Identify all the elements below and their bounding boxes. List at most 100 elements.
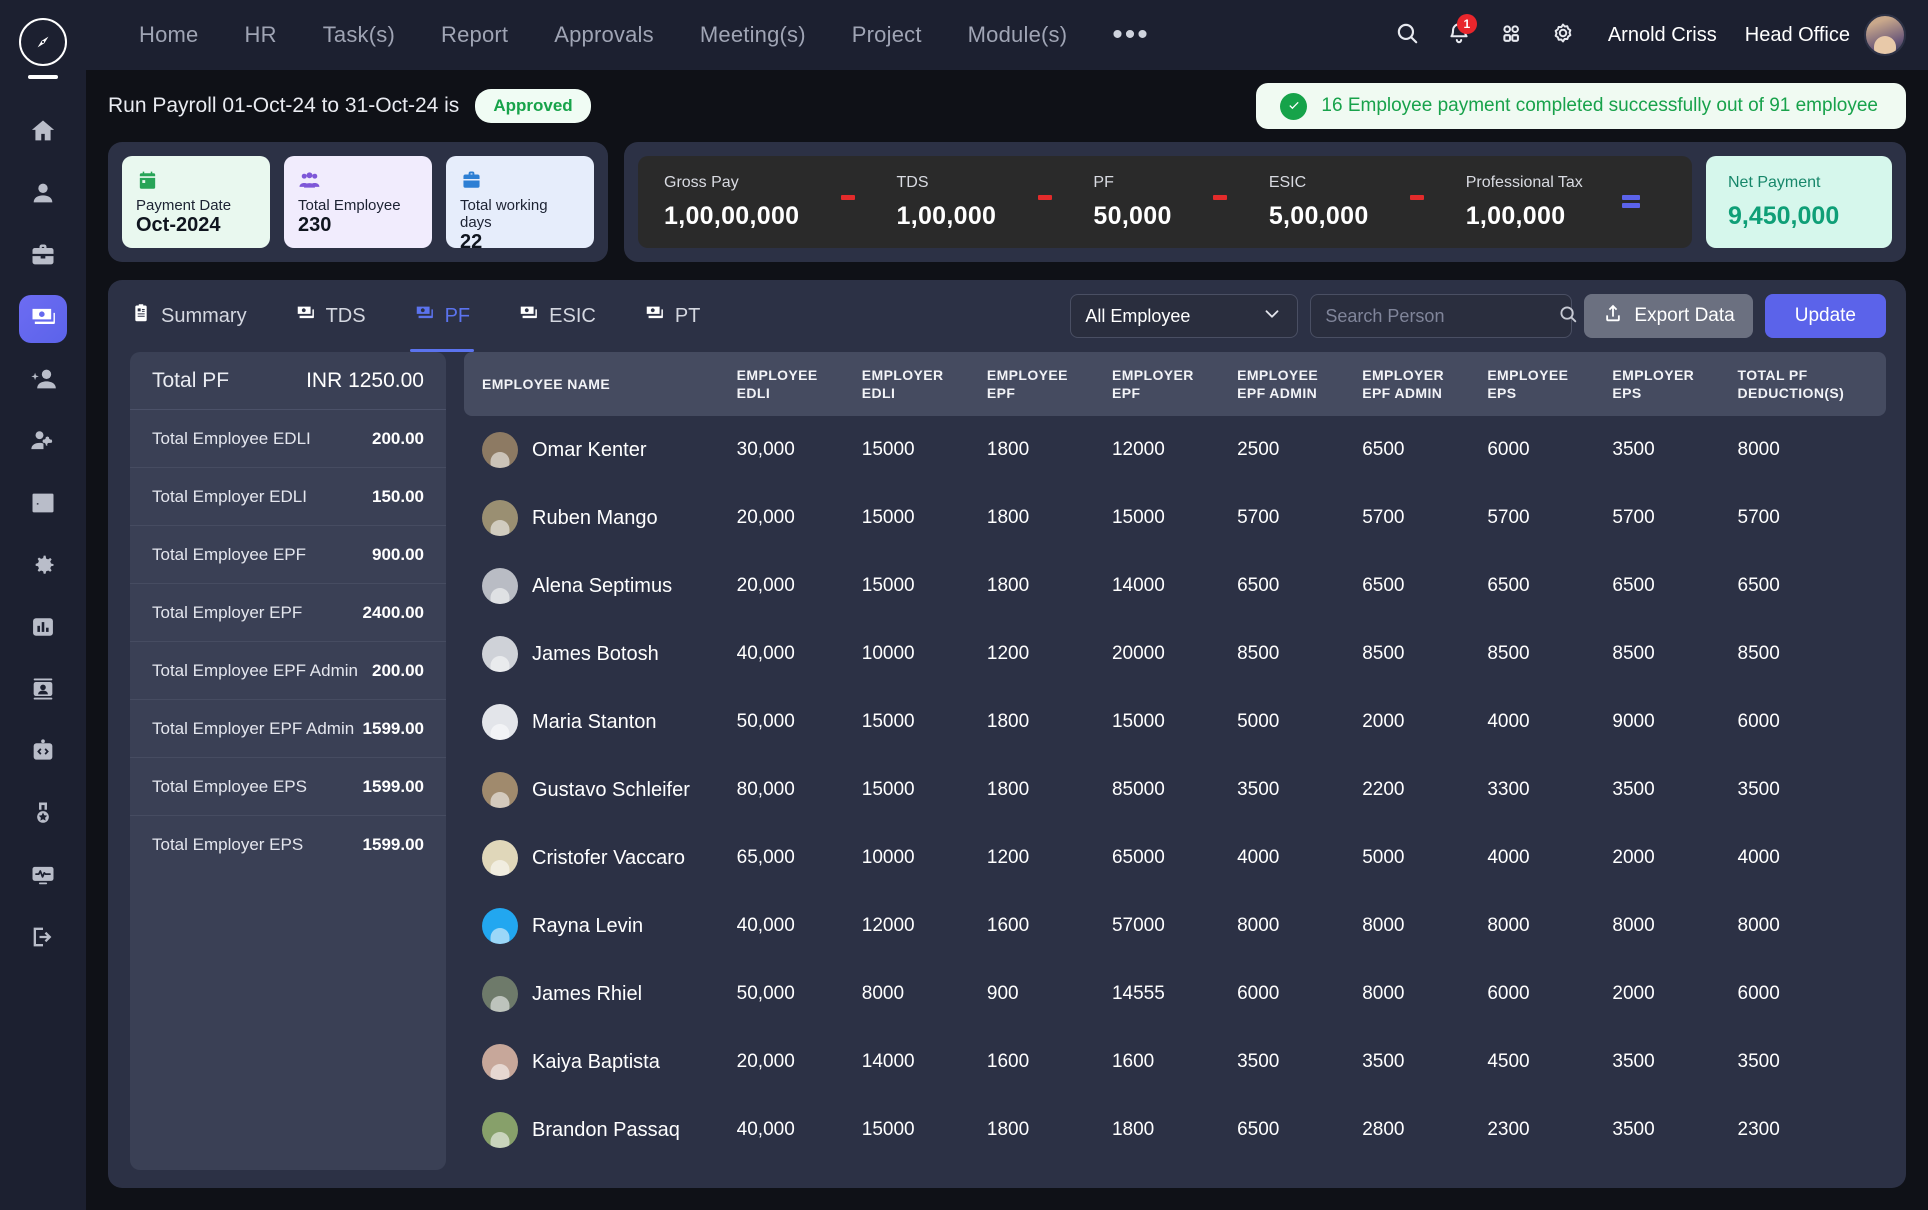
nav-item-home[interactable]: Home [116,22,222,48]
nav-item-tasks[interactable]: Task(s) [300,22,418,48]
pf-table: EMPLOYEE NAME EMPLOYEE EDLI EMPLOYER EDL… [464,352,1886,1164]
calc-value: 1,00,000 [1465,201,1566,230]
bar-chart-icon [29,613,57,646]
id-card-icon [29,675,57,708]
sidebar-item-home[interactable] [19,109,67,157]
nav-item-project[interactable]: Project [829,22,945,48]
briefcase-icon [460,169,580,197]
cell-employer-edli: 15000 [861,779,915,801]
nav-item-modules[interactable]: Module(s) [945,22,1091,48]
table-row[interactable]: Cristofer Vaccaro 65,000 10000 1200 65000 400… [464,824,1886,892]
apps-grid-icon [1498,20,1524,51]
sidebar-item-settings[interactable] [19,543,67,591]
sidebar-item-logout[interactable] [19,915,67,963]
nav-more-button[interactable]: ••• [1090,20,1172,50]
tab-summary[interactable]: Summary [130,280,271,352]
cell-employee-epf: 1800 [986,1119,1030,1141]
sidebar-item-calculator[interactable] [19,481,67,529]
table-row[interactable]: Gustavo Schleifer 80,000 15000 1800 85000 350… [464,756,1886,824]
cell-employer-epf: 14000 [1111,575,1165,597]
cell-employer-epf: 1600 [1111,1051,1155,1073]
column-header-employee-name[interactable]: EMPLOYEE NAME [464,352,729,416]
avatar[interactable] [482,840,518,877]
summary-row-label: Total Employer EPS [152,835,304,854]
summary-row-label: Total Employer EPF Admin [152,718,355,738]
apps-button[interactable] [1488,12,1534,58]
table-row[interactable]: Rayna Levin 40,000 12000 1600 57000 8000 8000 8… [464,892,1886,960]
table-row[interactable]: Kaiya Baptista 20,000 14000 1600 1600 3500 350… [464,1028,1886,1096]
notifications-button[interactable]: 1 [1436,12,1482,58]
search-button[interactable] [1384,12,1430,58]
current-user-name[interactable]: Arnold Criss [1608,24,1717,47]
status-badge: Approved [475,89,591,123]
nav-item-approvals[interactable]: Approvals [531,22,677,48]
avatar[interactable] [482,500,518,537]
nav-item-report[interactable]: Report [418,22,531,48]
office-selector[interactable]: Head Office [1745,24,1850,47]
avatar[interactable] [482,1044,518,1081]
column-header-employee-epf[interactable]: EMPLOYEE EPF [979,352,1104,416]
column-header-employee-epf-admin[interactable]: EMPLOYEE EPF ADMIN [1229,352,1354,416]
nav-item-meetings[interactable]: Meeting(s) [677,22,829,48]
avatar[interactable] [482,772,518,809]
table-row[interactable]: James Rhiel 50,000 8000 900 14555 6000 8000 600… [464,960,1886,1028]
compass-logo-icon [19,18,67,66]
table-row[interactable]: Omar Kenter 30,000 15000 1800 12000 2500 6500 6… [464,416,1886,484]
sidebar-item-profile[interactable] [19,171,67,219]
sidebar-item-payroll[interactable] [19,295,67,343]
sidebar-item-reports[interactable] [19,605,67,653]
search-input[interactable] [1325,305,1558,327]
money-icon [518,302,540,330]
nav-item-hr[interactable]: HR [222,22,300,48]
avatar[interactable] [482,908,518,945]
calc-label: TDS [896,173,929,191]
column-header-employee-eps[interactable]: EMPLOYEE EPS [1479,352,1604,416]
table-row[interactable]: Maria Stanton 50,000 15000 1800 15000 5000 200… [464,688,1886,756]
column-header-employer-eps[interactable]: EMPLOYER EPS [1604,352,1729,416]
table-row[interactable]: Ruben Mango 20,000 15000 1800 15000 5700 5700 5… [464,484,1886,552]
table-row[interactable]: Brandon Passaq 40,000 15000 1800 1800 6500 280… [464,1096,1886,1164]
export-data-button[interactable]: Export Data [1584,294,1753,338]
column-header-total-pf-deductions[interactable]: TOTAL PF DEDUCTION(S) [1730,352,1886,416]
avatar[interactable] [1864,14,1906,56]
cell-total-pf-deductions: 6500 [1737,575,1780,597]
column-header-employee-edli[interactable]: EMPLOYEE EDLI [729,352,854,416]
sidebar-item-monitoring[interactable] [19,853,67,901]
tab-pt[interactable]: PT [620,280,725,352]
cell-total-pf-deductions: 6000 [1737,711,1780,733]
sidebar-item-id-card[interactable] [19,667,67,715]
avatar[interactable] [482,568,518,605]
home-icon [29,117,57,150]
sidebar-item-jobs[interactable] [19,233,67,281]
tab-esic[interactable]: ESIC [494,280,620,352]
avatar[interactable] [482,976,518,1013]
kpi-label: Total working days [460,197,548,231]
update-button[interactable]: Update [1764,294,1886,338]
cell-total-pf-deductions: 8000 [1737,439,1780,461]
search-person-box[interactable] [1310,294,1577,338]
avatar[interactable] [482,636,518,673]
tab-pf[interactable]: PF [390,280,495,352]
column-header-employer-epf-admin[interactable]: EMPLOYER EPF ADMIN [1354,352,1479,416]
sidebar-item-user-settings[interactable] [19,419,67,467]
sidebar-item-add-user[interactable] [19,357,67,405]
pf-summary-header: Total PF INR 1250.00 [130,352,446,410]
settings-button[interactable] [1540,12,1586,58]
sidebar-item-awards[interactable] [19,791,67,839]
table-row[interactable]: James Botosh 40,000 10000 1200 20000 8500 8500… [464,620,1886,688]
sidebar-item-developer[interactable] [19,729,67,777]
column-header-employer-epf[interactable]: EMPLOYER EPF [1104,352,1229,416]
kpi-value: Oct-2024 [136,214,221,236]
column-header-employer-edli[interactable]: EMPLOYER EDLI [854,352,979,416]
table-row[interactable]: Alena Septimus 20,000 15000 1800 14000 6500 65… [464,552,1886,620]
cell-employee-epf: 1800 [986,711,1030,733]
tab-tds[interactable]: TDS [271,280,390,352]
app-logo[interactable] [19,18,67,79]
employee-filter-select[interactable]: All Employee [1070,294,1299,338]
avatar[interactable] [482,1112,518,1149]
avatar[interactable] [482,432,518,469]
cell-employee-edli: 20,000 [736,575,795,597]
operator-minus [1172,194,1269,210]
avatar[interactable] [482,704,518,741]
employee-name: James Botosh [532,642,659,665]
